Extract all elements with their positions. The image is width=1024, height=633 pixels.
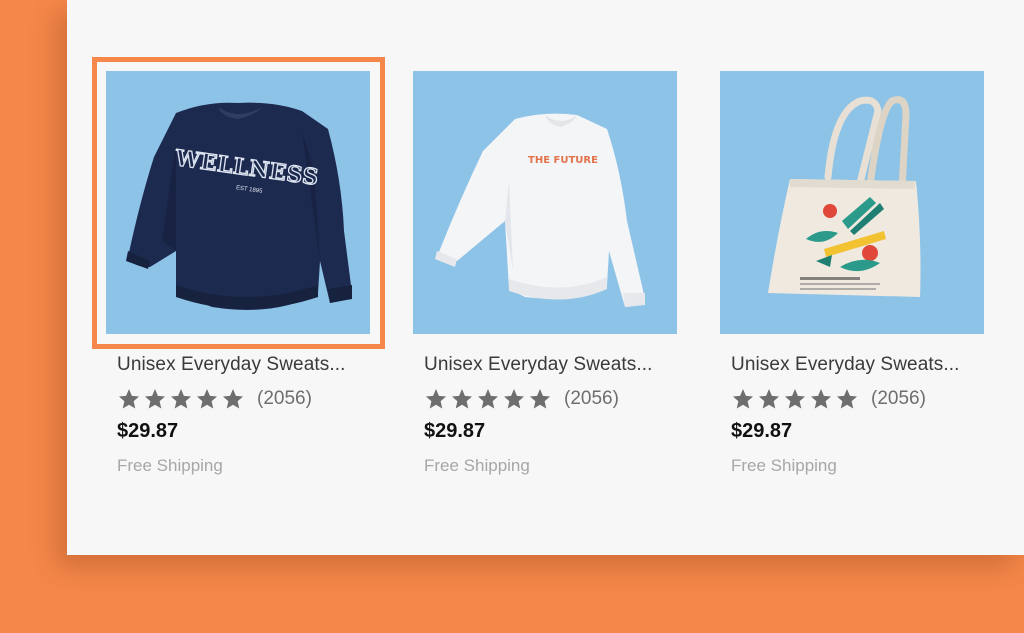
star-icon [811,389,831,409]
review-count[interactable]: (2056) [871,388,926,410]
product-title[interactable]: Unisex Everyday Sweats... [731,354,984,376]
product-image-white-sweatshirt[interactable]: THE FUTURE [413,71,677,334]
product-title[interactable]: Unisex Everyday Sweats... [117,354,370,376]
star-icon [171,389,191,409]
star-icon [478,389,498,409]
review-count[interactable]: (2056) [564,388,619,410]
shipping-info: Free Shipping [731,456,837,475]
product-card-1[interactable]: WELLNESS EST 1895 Unisex Everyday Sweats… [106,71,370,476]
product-image-tote-bag[interactable] [720,71,984,334]
star-icon [426,389,446,409]
product-price: $29.87 [117,420,179,442]
star-icon [504,389,524,409]
product-image-navy-sweatshirt[interactable]: WELLNESS EST 1895 [106,71,370,334]
star-icon [197,389,217,409]
star-rating [424,387,552,411]
tomato-shape [823,204,837,218]
product-rating: (2056) [731,386,984,412]
sweatshirt-print-the-future: THE FUTURE [528,155,598,166]
star-icon [785,389,805,409]
product-price: $29.87 [424,420,486,442]
shipping-info: Free Shipping [117,456,223,475]
star-icon [837,389,857,409]
navy-sweatshirt-image: WELLNESS EST 1895 [126,102,352,310]
product-card-2[interactable]: THE FUTURE Unisex Everyday Sweats... (20… [413,71,677,476]
star-icon [119,389,139,409]
review-count[interactable]: (2056) [257,388,312,410]
product-price: $29.87 [731,420,793,442]
star-icon [223,389,243,409]
product-card-3[interactable]: Unisex Everyday Sweats... (2056) $29.87 … [720,71,984,476]
shipping-info: Free Shipping [424,456,530,475]
star-icon [759,389,779,409]
white-sweatshirt-image: THE FUTURE [435,113,645,307]
star-icon [733,389,753,409]
product-rating: (2056) [117,386,370,412]
tote-bag-image [768,96,921,297]
star-icon [145,389,165,409]
star-icon [452,389,472,409]
product-title[interactable]: Unisex Everyday Sweats... [424,354,677,376]
star-icon [530,389,550,409]
star-rating [117,387,245,411]
star-rating [731,387,859,411]
product-rating: (2056) [424,386,677,412]
